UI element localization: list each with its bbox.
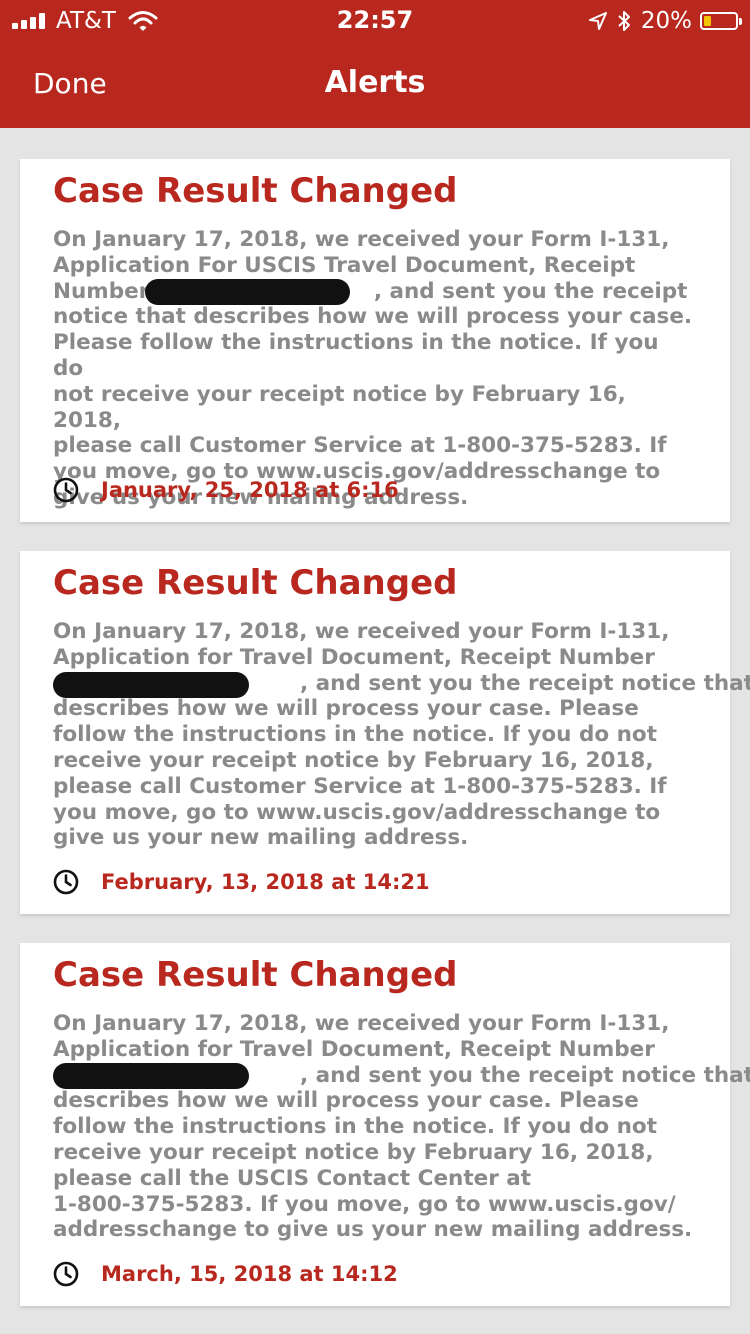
alert-body-line: please call the USCIS Contact Center at bbox=[53, 1165, 532, 1191]
alert-timestamp: February, 13, 2018 at 14:21 bbox=[53, 867, 430, 897]
alert-body-line: Please follow the instructions in the no… bbox=[53, 330, 659, 381]
alert-body-line: describes how we will process your case.… bbox=[53, 696, 639, 722]
page-title: Alerts bbox=[324, 65, 426, 100]
alert-body-line: 1-800-375-5283. If you move, go to www.u… bbox=[53, 1191, 676, 1217]
alert-body-line: receive your receipt notice by February … bbox=[53, 747, 654, 773]
battery-icon bbox=[700, 12, 742, 30]
alert-body-line: Application For USCIS Travel Document, R… bbox=[53, 252, 636, 278]
alert-body-line: addresschange to give us your new mailin… bbox=[53, 1217, 693, 1243]
alert-body-line: follow the instructions in the notice. I… bbox=[53, 722, 657, 748]
alert-body-line: On January 17, 2018, we received your Fo… bbox=[53, 619, 670, 644]
alert-timestamp-text: March, 15, 2018 at 14:12 bbox=[101, 1262, 398, 1286]
alert-body: On January 17, 2018, we received your Fo… bbox=[53, 227, 693, 511]
app-header: AT&T 22:57 20% Done Alerts bbox=[0, 0, 750, 128]
alert-timestamp-text: February, 13, 2018 at 14:21 bbox=[101, 870, 430, 894]
alert-title: Case Result Changed bbox=[53, 171, 458, 211]
alert-body-line: follow the instructions in the notice. I… bbox=[53, 1114, 657, 1140]
alert-body-line: please call Customer Service at 1-800-37… bbox=[53, 773, 667, 799]
alert-timestamp: March, 15, 2018 at 14:12 bbox=[53, 1259, 398, 1289]
bluetooth-icon bbox=[618, 11, 630, 31]
alert-body: On January 17, 2018, we received your Fo… bbox=[53, 1011, 750, 1243]
alert-body: On January 17, 2018, we received your Fo… bbox=[53, 619, 750, 851]
alert-body-line: notice that describes how we will proces… bbox=[53, 304, 693, 330]
clock-icon bbox=[53, 869, 79, 895]
alert-card[interactable]: Case Result Changed On January 17, 2018,… bbox=[20, 159, 730, 522]
alert-title: Case Result Changed bbox=[53, 563, 458, 603]
alert-body-line: you move, go to www.uscis.gov/addresscha… bbox=[53, 799, 661, 825]
alert-body-line: On January 17, 2018, we received your Fo… bbox=[53, 1011, 670, 1036]
status-bar: AT&T 22:57 20% bbox=[0, 0, 750, 40]
alert-body-line: please call Customer Service at 1-800-37… bbox=[53, 433, 667, 459]
alert-timestamp: January, 25, 2018 at 6:16 bbox=[53, 475, 399, 505]
redaction-mark bbox=[53, 1063, 249, 1089]
alert-card[interactable]: Case Result Changed On January 17, 2018,… bbox=[20, 943, 750, 1306]
alert-title: Case Result Changed bbox=[53, 955, 458, 995]
alert-body-line: give us your new mailing address. bbox=[53, 825, 469, 851]
redaction-mark bbox=[145, 279, 350, 305]
alert-body-line: Application for Travel Document, Receipt… bbox=[53, 1036, 655, 1062]
battery-percent: 20% bbox=[640, 8, 692, 34]
location-arrow-icon bbox=[588, 12, 607, 30]
redaction-mark bbox=[53, 672, 249, 698]
status-right: 20% bbox=[588, 7, 742, 35]
clock-icon bbox=[53, 477, 79, 503]
clock-icon bbox=[53, 1261, 79, 1287]
alert-body-line: not receive your receipt notice by Febru… bbox=[53, 381, 626, 433]
alert-body-line: Application for Travel Document, Receipt… bbox=[53, 644, 655, 670]
alert-card[interactable]: Case Result Changed On January 17, 2018,… bbox=[20, 551, 750, 914]
alert-timestamp-text: January, 25, 2018 at 6:16 bbox=[101, 478, 399, 502]
alert-body-line: receive your receipt notice by February … bbox=[53, 1139, 654, 1165]
alert-body-line: On January 17, 2018, we received your Fo… bbox=[53, 227, 670, 252]
alert-body-line: describes how we will process your case.… bbox=[53, 1088, 639, 1114]
